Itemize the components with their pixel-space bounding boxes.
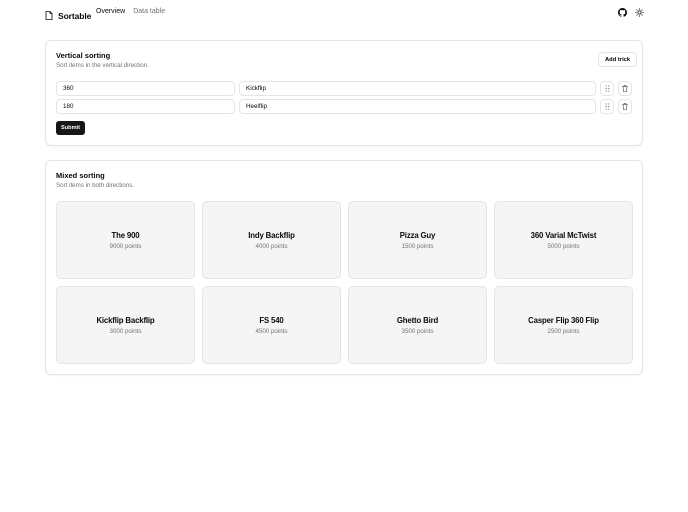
site-header: Sortable Overview Data table <box>0 0 688 26</box>
card-description: Sort items in the vertical direction. <box>56 62 149 69</box>
file-icon <box>45 7 53 25</box>
brand[interactable]: Sortable <box>45 7 91 25</box>
tile-points: 5000 points <box>548 243 580 250</box>
trick-tile[interactable]: The 900 9000 points <box>56 201 195 279</box>
tile-points: 2500 points <box>548 328 580 335</box>
trash-icon[interactable] <box>618 99 632 114</box>
trick-row: 360 Kickflip <box>56 81 633 96</box>
tile-name: FS 540 <box>259 316 283 325</box>
sun-icon[interactable] <box>634 7 644 17</box>
card-description: Sort items in both directions. <box>56 182 134 189</box>
drag-handle-icon[interactable] <box>600 81 614 96</box>
trick-tile[interactable]: 360 Varial McTwist 5000 points <box>494 201 633 279</box>
submit-button[interactable]: Submit <box>56 121 85 135</box>
tile-name: Casper Flip 360 Flip <box>528 316 599 325</box>
card-title: Mixed sorting <box>56 171 105 180</box>
trick-name-input[interactable]: Heelflip <box>239 99 596 114</box>
points-input[interactable]: 180 <box>56 99 235 114</box>
trick-row: 180 Heelflip <box>56 99 633 114</box>
trick-name-input[interactable]: Kickflip <box>239 81 596 96</box>
tile-name: Indy Backflip <box>248 231 295 240</box>
tile-points: 4500 points <box>256 328 288 335</box>
drag-handle-icon[interactable] <box>600 99 614 114</box>
trick-tile[interactable]: Kickflip Backflip 3000 points <box>56 286 195 364</box>
tile-points: 4000 points <box>256 243 288 250</box>
tile-name: Pizza Guy <box>400 231 435 240</box>
nav-data-table[interactable]: Data table <box>133 8 165 15</box>
tile-points: 3500 points <box>402 328 434 335</box>
trick-tile[interactable]: Pizza Guy 1500 points <box>348 201 487 279</box>
tile-name: The 900 <box>112 231 140 240</box>
trick-tile[interactable]: Casper Flip 360 Flip 2500 points <box>494 286 633 364</box>
brand-title: Sortable <box>58 11 91 21</box>
trick-tile[interactable]: FS 540 4500 points <box>202 286 341 364</box>
points-input[interactable]: 360 <box>56 81 235 96</box>
main-nav: Overview Data table <box>96 8 165 15</box>
tile-name: 360 Varial McTwist <box>531 231 597 240</box>
trash-icon[interactable] <box>618 81 632 96</box>
trick-tile[interactable]: Ghetto Bird 3500 points <box>348 286 487 364</box>
tile-points: 1500 points <box>402 243 434 250</box>
tile-points: 3000 points <box>110 328 142 335</box>
tile-name: Ghetto Bird <box>397 316 438 325</box>
card-title: Vertical sorting <box>56 51 110 60</box>
nav-overview[interactable]: Overview <box>96 8 125 15</box>
tile-grid: The 900 9000 points Indy Backflip 4000 p… <box>56 201 633 365</box>
github-icon[interactable] <box>617 7 627 17</box>
tile-points: 9000 points <box>110 243 142 250</box>
add-trick-button[interactable]: Add trick <box>598 52 637 67</box>
mixed-sorting-card: Mixed sorting Sort items in both directi… <box>45 160 643 375</box>
header-actions <box>617 7 644 17</box>
trick-tile[interactable]: Indy Backflip 4000 points <box>202 201 341 279</box>
vertical-sorting-card: Vertical sorting Sort items in the verti… <box>45 40 643 146</box>
tile-name: Kickflip Backflip <box>96 316 154 325</box>
